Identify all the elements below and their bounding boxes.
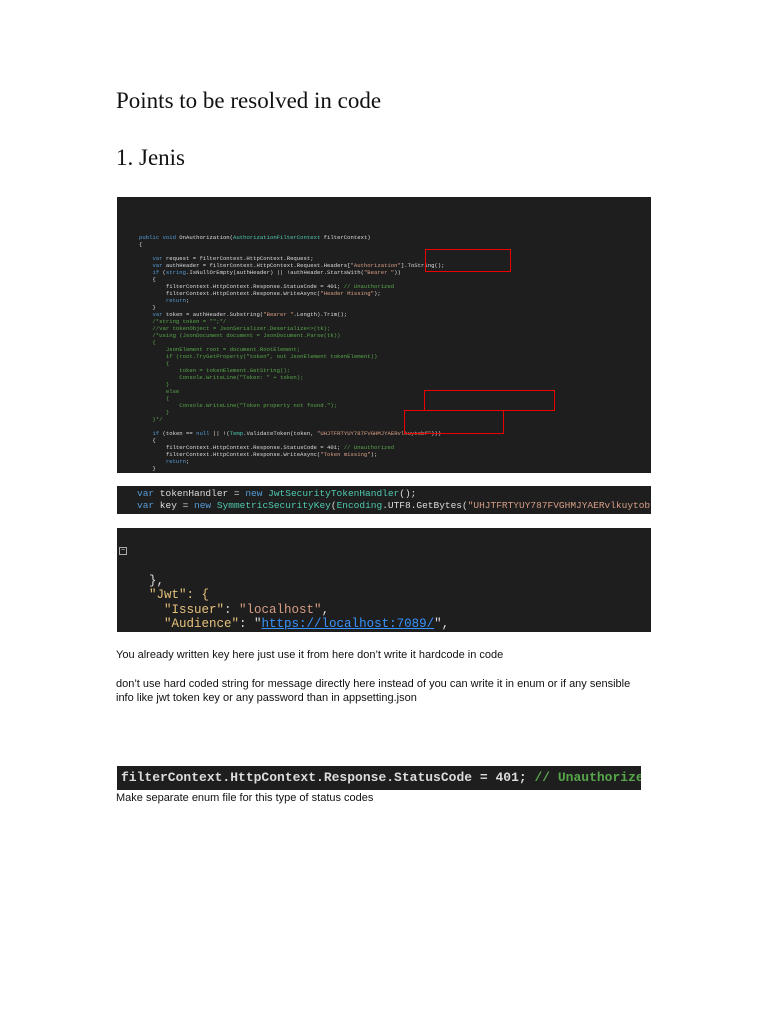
code-line: { — [139, 395, 170, 402]
code-line: var request = filterContext.HttpContext.… — [152, 255, 314, 262]
code-line: { — [139, 241, 143, 248]
code-line: Console.WriteLine("Token property not fo… — [139, 402, 338, 409]
code-line: return; — [165, 297, 190, 304]
document-page: Points to be resolved in code 1. Jenis p… — [0, 0, 768, 1024]
review-note: Make separate enum file for this type of… — [116, 792, 374, 804]
review-note: You already written key here just use it… — [116, 649, 504, 661]
code-screenshot-status-code: filterContext.HttpContext.Response.Statu… — [117, 766, 641, 790]
highlight-box — [404, 410, 504, 434]
review-note: don’t use hard coded string for message … — [116, 678, 631, 704]
code-line: var authHeader = filterContext.HttpConte… — [152, 262, 445, 269]
code-line: Console.WriteLine("Token: " + token); — [139, 374, 304, 381]
code-screenshot-token-handler: var tokenHandler = new JwtSecurityTokenH… — [117, 486, 651, 514]
code-line: "Issuer": "localhost", — [164, 602, 330, 617]
collapse-icon: − — [119, 547, 127, 555]
highlight-box — [425, 249, 511, 272]
code-line: //var tokenObject = JsonSerializer.Deser… — [139, 325, 331, 332]
code-line: /*using (JsonDocument document = JsonDoc… — [139, 332, 341, 339]
code-line: }*/ — [139, 416, 163, 423]
code-line: { — [139, 276, 156, 283]
highlight-box — [424, 390, 555, 411]
code-line: var token = authHeader.Substring("Bearer… — [152, 311, 348, 318]
code-line: public void OnAuthorization(Authorizatio… — [139, 234, 371, 241]
code-line: if (string.IsNullOrEmpty(authHeader) || … — [152, 269, 401, 276]
code-line: "Jwt": { — [149, 588, 210, 602]
code-line: JsonElement root = document.RootElement; — [139, 346, 301, 353]
code-line: var handler = new JwtSecurityTokenHandle… — [139, 472, 651, 473]
code-line: } — [139, 409, 170, 416]
code-line: var key = new SymmetricSecurityKey(Encod… — [137, 500, 651, 511]
code-line: { — [139, 339, 156, 346]
code-line: { — [139, 437, 156, 444]
code-line: "Audience": "https://localhost:7089/", — [164, 617, 450, 631]
code-line: "Key": "UHJTFRTYUY787FVGHMJYAERvlkuytobf… — [149, 632, 651, 633]
code-line: if (token == null || !(Temp.ValidateToke… — [152, 430, 442, 437]
code-line: /*string token = "";*/ — [139, 318, 227, 325]
code-line: } — [139, 304, 156, 311]
code-screenshot-authorization: public void OnAuthorization(Authorizatio… — [117, 197, 651, 473]
code-line: return; — [165, 458, 190, 465]
code-screenshot-appsettings: − }, "Jwt": { "Issuer": "localhost", "Aud… — [117, 528, 651, 632]
code-line: } — [139, 465, 156, 472]
code-line: filterContext.HttpContext.Response.Write… — [139, 451, 378, 458]
code-line: filterContext.HttpContext.Response.Write… — [139, 290, 381, 297]
code-line: token = tokenElement.GetString(); — [139, 367, 291, 374]
code-line: else — [139, 388, 180, 395]
code-line: filterContext.HttpContext.Response.Statu… — [139, 444, 395, 451]
code-line: }, — [149, 573, 165, 588]
code-line: { — [139, 360, 170, 367]
code-line: filterContext.HttpContext.Response.Statu… — [139, 283, 395, 290]
section-heading: 1. Jenis — [116, 145, 185, 170]
code-line: filterContext.HttpContext.Response.Statu… — [121, 770, 641, 785]
code-line: var tokenHandler = new JwtSecurityTokenH… — [137, 488, 417, 499]
code-line: } — [139, 381, 170, 388]
page-title: Points to be resolved in code — [116, 88, 382, 113]
code-line: if (root.TryGetProperty("token", out Jso… — [139, 353, 378, 360]
